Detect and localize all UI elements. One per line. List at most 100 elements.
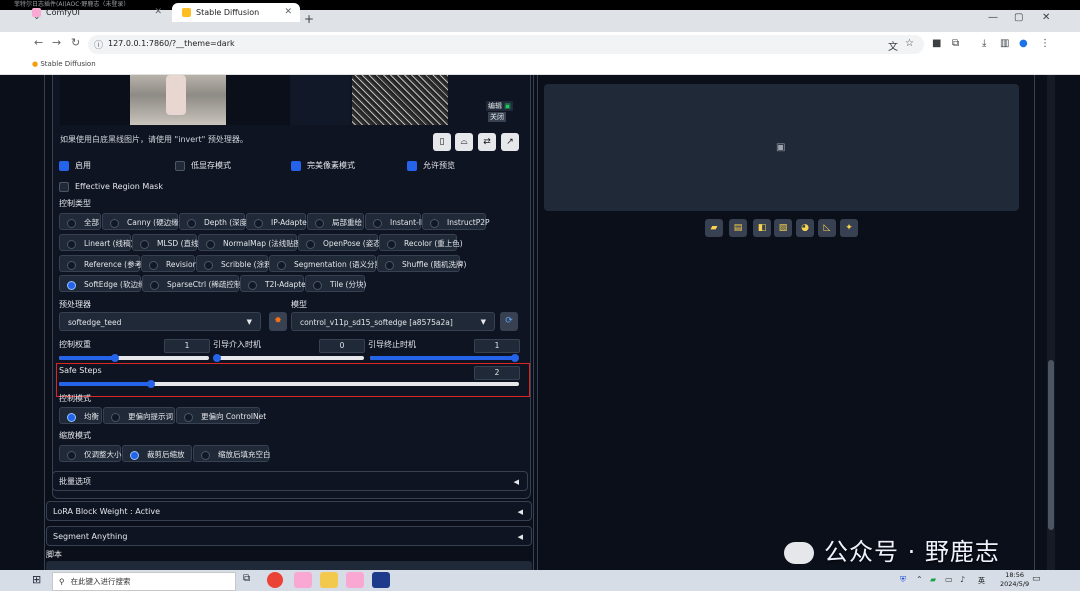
edit-preview-button[interactable]: 编辑 ▣ <box>486 101 513 111</box>
network-icon[interactable]: ▭ <box>945 575 953 584</box>
chrome-taskbar-icon[interactable] <box>267 572 283 588</box>
notification-icon[interactable]: ▭ <box>1032 574 1041 584</box>
start-number-input[interactable]: 0 <box>319 339 365 353</box>
slider-handle[interactable] <box>147 380 155 388</box>
minimize-icon[interactable]: — <box>988 12 998 23</box>
profile-avatar-icon[interactable]: ● <box>1019 38 1028 49</box>
bookmark-star-icon[interactable]: ☆ <box>905 38 914 49</box>
run-preprocessor-icon[interactable]: ✸ <box>269 312 287 331</box>
effective-region-mask-checkbox[interactable]: Effective Region Mask <box>59 181 163 192</box>
close-window-icon[interactable]: ✕ <box>1042 12 1050 23</box>
refresh-models-icon[interactable]: ⟳ <box>500 312 518 331</box>
ime-indicator[interactable]: 英 <box>978 576 985 586</box>
end-slider[interactable] <box>370 354 519 362</box>
terminal-taskbar-icon[interactable] <box>372 572 390 588</box>
control-type-ip-adapter[interactable]: IP-Adapter <box>246 213 310 230</box>
lora-block-weight-accordion[interactable]: LoRA Block Weight : Active ◀ <box>46 501 532 521</box>
tab-stable-diffusion[interactable]: Stable Diffusion ✕ <box>172 3 300 22</box>
resize-mode-crop[interactable]: 裁剪后缩放 <box>122 445 192 462</box>
control-mode-controlnet[interactable]: 更偏向 ControlNet <box>176 407 266 424</box>
start-slider[interactable] <box>213 354 364 362</box>
sidepanel-icon[interactable]: ▥ <box>1000 38 1009 49</box>
close-preview-button[interactable]: 关闭 <box>488 112 506 122</box>
enable-checkbox[interactable]: 启用 <box>59 160 91 171</box>
close-tab-icon[interactable]: ✕ <box>154 3 162 22</box>
control-type-shuffle[interactable]: Shuffle (随机洗牌) <box>377 255 466 272</box>
save-icon[interactable]: ▤ <box>729 219 747 237</box>
extension-icon[interactable]: ■ <box>932 38 941 49</box>
slider-handle[interactable] <box>511 354 519 362</box>
control-type-recolor[interactable]: Recolor (重上色) <box>379 234 463 251</box>
bookmark-stable-diffusion[interactable]: ● Stable Diffusion <box>32 60 96 68</box>
control-type-t2i-adapter[interactable]: T2I-Adapter <box>240 275 309 292</box>
control-type-softedge[interactable]: SoftEdge (软边缘) <box>59 275 148 292</box>
back-icon[interactable]: ← <box>34 36 43 49</box>
control-type-inpaint[interactable]: 局部重绘 <box>307 213 364 230</box>
zip-icon[interactable]: ◧ <box>753 219 771 237</box>
taskbar-search[interactable]: ⚲ 在此键入进行搜索 <box>52 572 236 591</box>
control-type-openpose[interactable]: OpenPose (姿态) <box>298 234 384 251</box>
control-type-tile[interactable]: Tile (分块) <box>305 275 366 292</box>
task-view-icon[interactable]: ⧉ <box>243 573 250 584</box>
tray-chevron-icon[interactable]: ⌃ <box>916 575 923 584</box>
controlnet-input-image[interactable] <box>60 75 290 125</box>
control-type-instant-id[interactable]: Instant-ID <box>365 213 427 230</box>
preprocessor-dropdown[interactable]: softedge_teed ▼ <box>59 312 261 331</box>
safe-steps-number-input[interactable]: 2 <box>474 366 520 380</box>
mirror-swap-icon[interactable]: ⇄ <box>478 133 496 151</box>
control-type-normalmap[interactable]: NormalMap (法线贴图) <box>198 234 304 251</box>
model-dropdown[interactable]: control_v11p_sd15_softedge [a8575a2a] ▼ <box>291 312 495 331</box>
slider-handle[interactable] <box>213 354 221 362</box>
send-to-img2img-icon[interactable]: ▧ <box>774 219 792 237</box>
new-tab-icon[interactable]: + <box>304 12 314 26</box>
pixel-perfect-checkbox[interactable]: 完美像素模式 <box>291 160 355 171</box>
control-type-segmentation[interactable]: Segmentation (语义分割) <box>269 255 385 272</box>
control-type-sparsectrl[interactable]: SparseCtrl (稀疏控制) <box>142 275 244 292</box>
control-type-scribble[interactable]: Scribble (涂鸦) <box>196 255 275 272</box>
send-dimensions-icon[interactable]: ↗ <box>501 133 519 151</box>
preprocessor-preview-image[interactable] <box>352 75 448 125</box>
tab-comfyui[interactable]: ComfyUI ✕ <box>22 3 170 22</box>
resize-mode-fill[interactable]: 缩放后填充空白 <box>193 445 271 462</box>
windows-start-icon[interactable]: ⊞ <box>32 573 41 586</box>
webcam-icon[interactable]: ⌓ <box>455 133 473 151</box>
close-tab-icon[interactable]: ✕ <box>284 3 292 22</box>
control-mode-prompt[interactable]: 更偏向提示词 <box>103 407 175 424</box>
maximize-icon[interactable]: ▢ <box>1014 12 1023 23</box>
site-info-icon[interactable]: ⓘ <box>94 38 103 51</box>
weight-number-input[interactable]: 1 <box>164 339 210 353</box>
control-type-lineart[interactable]: Lineart (线稿) <box>59 234 134 251</box>
control-type-all[interactable]: 全部 <box>59 213 101 230</box>
script-dropdown[interactable] <box>46 561 532 570</box>
app-taskbar-icon-2[interactable] <box>346 572 364 588</box>
control-type-reference[interactable]: Reference (参考) <box>59 255 145 272</box>
send-to-extras-icon[interactable]: ◺ <box>818 219 836 237</box>
extensions-puzzle-icon[interactable]: ⧉ <box>952 38 959 49</box>
scrollbar-thumb[interactable] <box>1048 360 1054 530</box>
control-type-canny[interactable]: Canny (硬边缘) <box>102 213 182 230</box>
reload-icon[interactable]: ↻ <box>71 36 80 49</box>
volume-icon[interactable]: ♪ <box>960 575 965 584</box>
translate-icon[interactable]: 文 <box>888 38 898 53</box>
control-type-mlsd[interactable]: MLSD (直线) <box>132 234 201 251</box>
send-to-inpaint-icon[interactable]: ◕ <box>796 219 814 237</box>
resize-mode-just-resize[interactable]: 仅调整大小 <box>59 445 122 462</box>
safe-steps-slider[interactable] <box>59 380 519 388</box>
sparkle-icon[interactable]: ✦ <box>840 219 858 237</box>
end-number-input[interactable]: 1 <box>474 339 520 353</box>
weight-slider[interactable] <box>59 354 209 362</box>
batch-options-accordion[interactable]: 批量选项 ◀ <box>52 471 528 491</box>
download-icon[interactable]: ⤓ <box>982 38 986 49</box>
allow-preview-checkbox[interactable]: 允许预览 <box>407 160 455 171</box>
menu-kebab-icon[interactable]: ⋮ <box>1040 38 1050 49</box>
low-vram-checkbox[interactable]: 低显存模式 <box>175 160 231 171</box>
new-canvas-icon[interactable]: ▯ <box>433 133 451 151</box>
file-explorer-icon[interactable] <box>320 572 338 588</box>
clock[interactable]: 18:56 2024/5/9 <box>1000 571 1029 589</box>
control-type-revision[interactable]: Revision <box>141 255 197 272</box>
control-type-instructp2p[interactable]: InstructP2P <box>422 213 490 230</box>
control-type-depth[interactable]: Depth (深度) <box>179 213 250 230</box>
nvidia-icon[interactable]: ▰ <box>930 575 936 584</box>
mask-image-slot[interactable] <box>290 75 350 125</box>
app-taskbar-icon[interactable] <box>294 572 312 588</box>
